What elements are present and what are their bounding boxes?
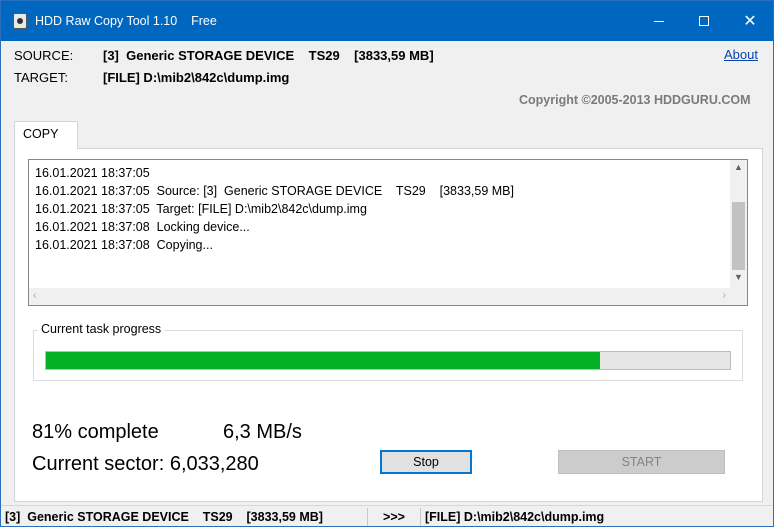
scroll-up-icon[interactable]: ▲ <box>730 162 747 172</box>
start-button[interactable]: START <box>558 450 725 474</box>
scroll-right-icon[interactable]: › <box>723 290 726 301</box>
copyright-text: Copyright ©2005-2013 HDDGURU.COM <box>519 93 751 107</box>
scrollbar-corner <box>730 288 747 305</box>
source-value: [3] Generic STORAGE DEVICE TS29 [3833,59… <box>103 48 434 63</box>
current-sector: Current sector: 6,033,280 <box>32 453 259 475</box>
status-target: [FILE] D:\mib2\842c\dump.img <box>425 510 605 524</box>
status-arrows: >>> <box>368 508 421 526</box>
maximize-button[interactable] <box>681 1 727 41</box>
status-source: [3] Generic STORAGE DEVICE TS29 [3833,59… <box>1 508 368 526</box>
target-label: TARGET: <box>14 70 68 85</box>
progress-bar <box>45 351 731 370</box>
title-bar[interactable]: HDD Raw Copy Tool 1.10 Free ✕ <box>1 1 773 41</box>
status-bar: [3] Generic STORAGE DEVICE TS29 [3833,59… <box>1 505 773 526</box>
log-line: 16.01.2021 18:37:08 Locking device... <box>35 220 250 234</box>
maximize-icon <box>699 16 709 26</box>
tab-copy[interactable]: COPY <box>14 121 78 149</box>
log-list[interactable]: 16.01.2021 18:37:05 16.01.2021 18:37:05 … <box>28 159 748 306</box>
close-button[interactable]: ✕ <box>727 1 773 41</box>
stop-button[interactable]: Stop <box>380 450 472 474</box>
log-line: 16.01.2021 18:37:08 Copying... <box>35 238 213 252</box>
target-value: [FILE] D:\mib2\842c\dump.img <box>103 70 290 85</box>
close-icon: ✕ <box>743 11 757 30</box>
log-horizontal-scrollbar[interactable]: ‹ › <box>29 288 730 305</box>
log-vertical-scrollbar[interactable]: ▲ ▼ <box>730 160 747 288</box>
minimize-button[interactable] <box>636 1 682 41</box>
log-line: 16.01.2021 18:37:05 <box>35 166 150 180</box>
log-lines: 16.01.2021 18:37:05 16.01.2021 18:37:05 … <box>35 164 725 254</box>
scroll-down-icon[interactable]: ▼ <box>730 272 747 282</box>
app-window: HDD Raw Copy Tool 1.10 Free ✕ SOURCE: [3… <box>0 0 774 527</box>
progress-fill <box>46 352 601 369</box>
scroll-left-icon[interactable]: ‹ <box>33 290 36 301</box>
hdd-icon <box>13 13 27 29</box>
about-link[interactable]: About <box>724 47 758 62</box>
source-label: SOURCE: <box>14 48 74 63</box>
percent-complete: 81% complete <box>32 421 159 443</box>
scrollbar-thumb[interactable] <box>732 202 745 270</box>
window-title: HDD Raw Copy Tool 1.10 Free <box>35 14 217 28</box>
log-line: 16.01.2021 18:37:05 Target: [FILE] D:\mi… <box>35 202 367 216</box>
progress-group-label: Current task progress <box>38 322 165 336</box>
transfer-speed: 6,3 MB/s <box>223 421 302 443</box>
log-line: 16.01.2021 18:37:05 Source: [3] Generic … <box>35 184 514 198</box>
minimize-icon <box>654 20 664 22</box>
